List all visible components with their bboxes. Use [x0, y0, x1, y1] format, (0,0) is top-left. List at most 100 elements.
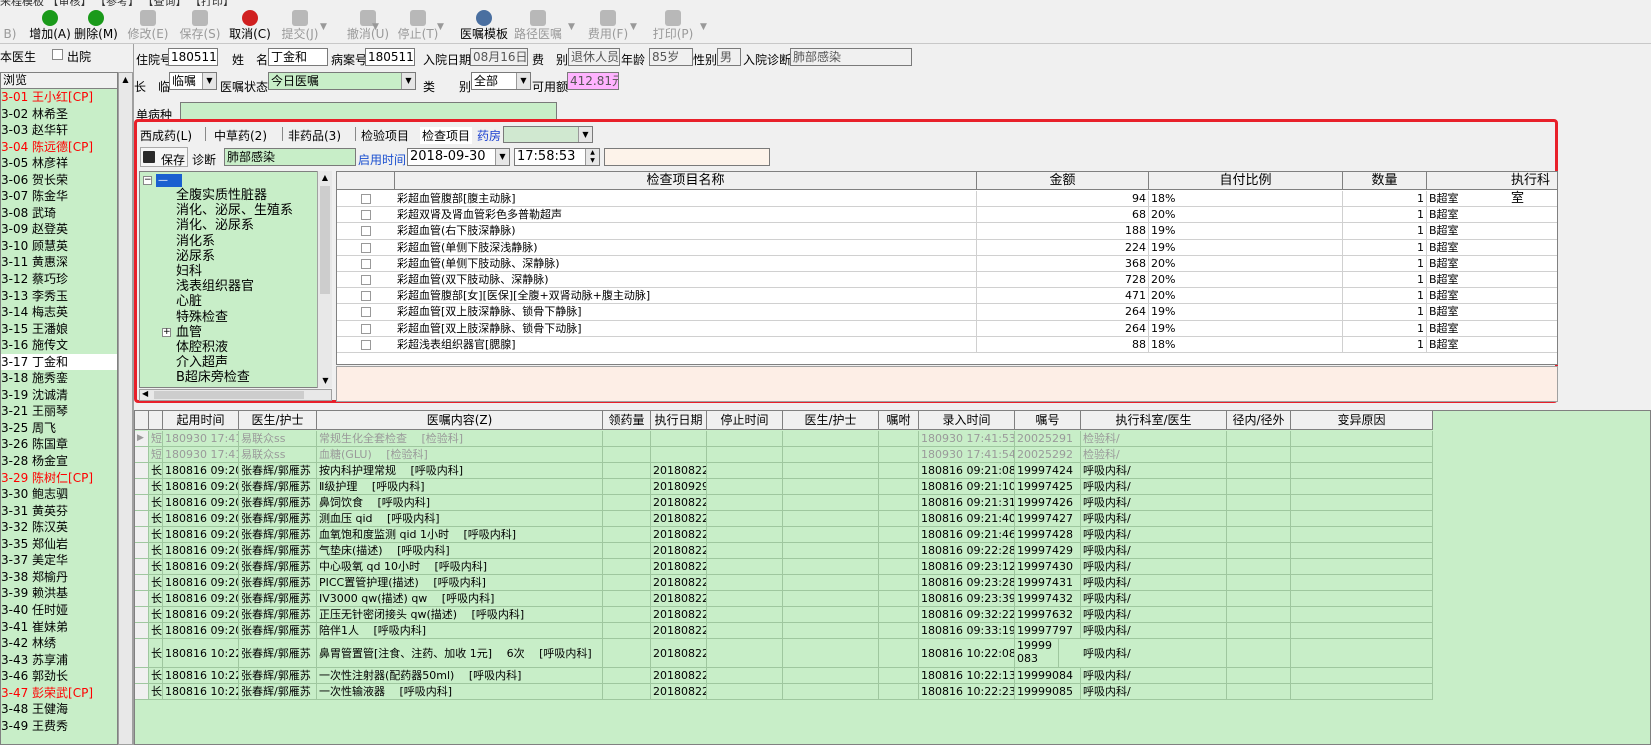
tree-node[interactable]: 介入超声: [176, 355, 228, 370]
exam-row-checkbox[interactable]: [361, 194, 371, 204]
chevron-down-icon[interactable]: ▼: [516, 73, 530, 89]
scroll-down-icon[interactable]: ▼: [318, 374, 333, 388]
tab-0[interactable]: 西成药(L): [140, 127, 192, 144]
start-time-spinner[interactable]: 17:58:53 ▲ ▼: [514, 148, 600, 166]
exam-category-tree[interactable]: − — 全腹实质性脏器 消化、泌尿、生殖系 消化、泌尿系 消化系 泌尿系 妇科 浅表组织器官…: [139, 171, 332, 388]
row-indicator[interactable]: [135, 511, 149, 526]
order-grid-header[interactable]: 起用时间: [163, 411, 239, 430]
collapse-icon[interactable]: −: [143, 176, 152, 185]
exam-row-checkbox[interactable]: [361, 275, 371, 285]
tree-scrollbar[interactable]: ▲ ▼: [317, 171, 332, 388]
patient-list-item[interactable]: 3-25 周飞: [1, 420, 117, 437]
toolbar-button-0[interactable]: B): [0, 10, 20, 42]
pharmacy-select[interactable]: ▼: [503, 126, 593, 143]
tab-1[interactable]: 中草药(2): [214, 127, 267, 144]
toolbar-button-9[interactable]: 医嘱模板: [456, 10, 512, 42]
scroll-up-icon[interactable]: ▲: [318, 171, 332, 185]
patient-list-item[interactable]: 3-17 丁金和: [1, 353, 117, 371]
tree-hscrollbar[interactable]: ◀: [139, 389, 332, 401]
tab-4[interactable]: 检查项目: [420, 127, 473, 144]
patient-list-item[interactable]: 3-26 陈国章: [1, 436, 117, 453]
patient-list-item[interactable]: 3-21 王丽琴: [1, 403, 117, 420]
order-grid-header[interactable]: 变异原因: [1291, 411, 1433, 430]
exam-row-checkbox[interactable]: [361, 242, 371, 253]
patient-list-item[interactable]: 3-19 沈诚清: [1, 387, 117, 404]
order-grid-header[interactable]: 执行科室/医生: [1081, 411, 1227, 430]
patient-list-item[interactable]: 3-09 赵登英: [1, 221, 117, 238]
diag-field[interactable]: 肺部感染: [790, 48, 912, 66]
chevron-down-icon[interactable]: ▼: [578, 127, 592, 142]
order-row[interactable]: 长 180816 10:22 张春辉/郭雁苏 一次性注射器(配药器50ml) [呼吸内…: [135, 668, 1433, 684]
patient-list-item[interactable]: 3-49 王费秀: [1, 718, 117, 735]
patient-list-item[interactable]: 3-37 美定华: [1, 552, 117, 569]
toolbar-button-10[interactable]: 路径医嘱: [510, 10, 566, 42]
exam-grid-row[interactable]: 彩超血管[双上肢深静脉、锁骨下静脉] 264 19% 1 B超室: [337, 304, 1557, 321]
toolbar-button-12[interactable]: 打印(P): [645, 10, 701, 42]
patient-list-item[interactable]: 3-04 陈远德[CP]: [1, 139, 117, 156]
order-row[interactable]: 长 180816 09:20 张春辉/郭雁苏 正压无针密闭接头 qw(描述) [呼吸内…: [135, 607, 1433, 623]
current-row-indicator-icon[interactable]: ▶: [135, 431, 149, 446]
exam-grid-row[interactable]: 彩超血管腹部[腹主动脉] 94 18% 1 B超室: [337, 191, 1557, 208]
patient-list-item[interactable]: 3-18 施秀銮: [1, 370, 117, 387]
patient-list-item[interactable]: 3-08 武琦: [1, 205, 117, 222]
age-field[interactable]: 85岁: [649, 48, 693, 66]
patient-list-item[interactable]: 3-41 崔妹弟: [1, 619, 117, 636]
tree-node[interactable]: 消化、泌尿系: [176, 218, 254, 233]
patient-list-item[interactable]: 3-43 苏享浦: [1, 652, 117, 669]
patient-list-item[interactable]: 3-48 王健海: [1, 701, 117, 718]
exam-grid-header[interactable]: 数量: [1343, 172, 1427, 190]
order-row[interactable]: 长 180816 09:20 张春辉/郭雁苏 PICC置管护理(描述) [呼吸内科] 2…: [135, 575, 1433, 591]
tree-node[interactable]: 浅表组织器官: [176, 279, 254, 294]
patient-list-item[interactable]: 3-16 施传文: [1, 337, 117, 354]
row-indicator[interactable]: [135, 543, 149, 558]
menu-bar-clipped[interactable]: 来程模板 【审核】 【参考】 【查询】 【打印】: [0, 0, 1651, 6]
tree-node[interactable]: 血管: [176, 325, 202, 340]
row-indicator[interactable]: [135, 591, 149, 606]
patient-list-item[interactable]: 3-11 黄惠深: [1, 254, 117, 271]
order-row[interactable]: 长 180816 09:20 张春辉/郭雁苏 陪伴1人 [呼吸内科] 20180822 1…: [135, 623, 1433, 639]
order-row[interactable]: 长 180816 09:20 张春辉/郭雁苏 中心吸氧 qd 10小时 [呼吸内科] 2…: [135, 559, 1433, 575]
exam-row-checkbox[interactable]: [361, 226, 371, 237]
dropdown-arrow-icon[interactable]: ▼: [630, 22, 637, 32]
row-indicator[interactable]: [135, 684, 149, 699]
patient-list-item[interactable]: 3-35 郑仙岩: [1, 536, 117, 553]
order-grid-header[interactable]: 医嘱内容(Z): [317, 411, 603, 430]
toolbar-button-11[interactable]: 费用(F): [580, 10, 636, 42]
chevron-down-icon[interactable]: ▼: [495, 149, 509, 165]
order-grid-header[interactable]: 录入时间: [919, 411, 1015, 430]
start-date-picker[interactable]: 2018-09-30 ▼: [407, 148, 510, 166]
patient-list-item[interactable]: 3-39 赖洪基: [1, 585, 117, 602]
exam-grid-row[interactable]: 彩超血管腹部[女][医保][全腹+双肾动脉+腹主动脉] 471 20% 1 B超室: [337, 288, 1557, 305]
exam-row-checkbox[interactable]: [361, 339, 371, 350]
tree-node[interactable]: B超床旁检查: [176, 370, 250, 385]
patient-list-item[interactable]: 3-47 彭荣武[CP]: [1, 685, 117, 702]
patient-list-item[interactable]: 3-38 郑榆丹: [1, 569, 117, 586]
dropdown-arrow-icon[interactable]: ▼: [437, 22, 444, 32]
patient-list-item[interactable]: 3-01 王小红[CP]: [1, 89, 117, 106]
order-row[interactable]: 长 180816 10:22 张春辉/郭雁苏 鼻胃管置管[注食、注药、加收 1元] 6…: [135, 639, 1433, 668]
expand-icon[interactable]: +: [162, 328, 171, 337]
tree-node[interactable]: 消化系: [176, 234, 215, 249]
tree-node[interactable]: 泌尿系: [176, 249, 215, 264]
order-row[interactable]: 长 180816 10:22 张春辉/郭雁苏 一次性输液器 [呼吸内科] 2018082…: [135, 684, 1433, 700]
extra-field[interactable]: [604, 148, 770, 166]
order-row[interactable]: 长 180816 09:20 张春辉/郭雁苏 IV3000 qw(描述) qw [呼吸…: [135, 591, 1433, 607]
category-select[interactable]: 全部 ▼: [471, 72, 531, 90]
patient-list-item[interactable]: 3-42 林绣: [1, 635, 117, 652]
row-indicator[interactable]: [135, 668, 149, 683]
dropdown-arrow-icon[interactable]: ▼: [320, 22, 327, 32]
scroll-thumb[interactable]: [320, 186, 330, 294]
chevron-down-icon[interactable]: ▼: [202, 73, 216, 89]
patient-list-item[interactable]: 3-03 赵华轩: [1, 122, 117, 139]
save-button[interactable]: 保存: [140, 147, 188, 167]
exam-grid-row[interactable]: 彩超血管(右下肢深静脉) 188 19% 1 B超室: [337, 223, 1557, 240]
order-row[interactable]: 长 180816 09:20 张春辉/郭雁苏 血氧饱和度监测 qid 1小时 [呼吸内…: [135, 527, 1433, 543]
exam-grid-row[interactable]: 彩超血管[双上肢深静脉、锁骨下动脉] 264 19% 1 B超室: [337, 320, 1557, 337]
adm-date-field[interactable]: 08月16日: [470, 48, 528, 66]
row-indicator[interactable]: [135, 623, 149, 638]
order-row[interactable]: 长 180816 09:20 张春辉/郭雁苏 按内科护理常规 [呼吸内科] 201808…: [135, 463, 1433, 479]
toolbar-button-2[interactable]: 删除(M): [68, 10, 124, 42]
exam-grid-header[interactable]: 执行科室: [1427, 172, 1557, 206]
patient-list-item[interactable]: 3-13 李秀玉: [1, 288, 117, 305]
order-grid-header[interactable]: 医生/护士: [239, 411, 317, 430]
